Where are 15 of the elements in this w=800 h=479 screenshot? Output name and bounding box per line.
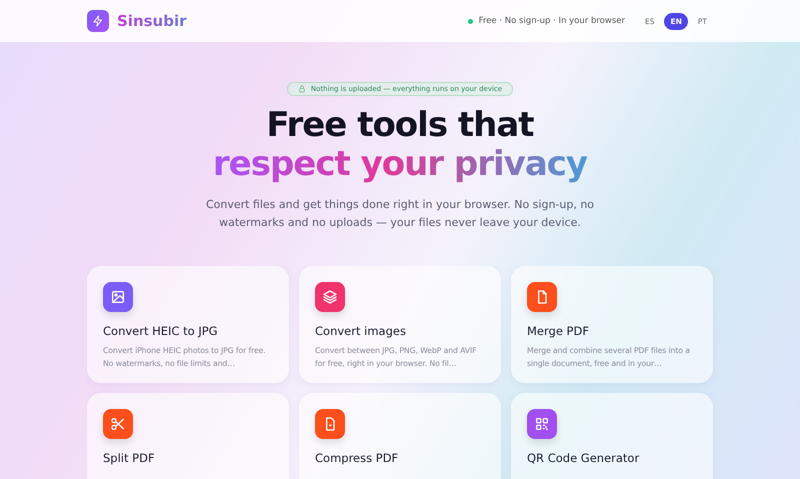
tool-title: Convert HEIC to JPG [103,324,219,338]
tool-title: Compress PDF [315,451,400,465]
hero-title: Free tools that [266,106,534,144]
tool-card[interactable]: Split PDF [87,393,289,479]
tool-title: Split PDF [103,451,156,465]
lock-icon [298,85,306,93]
tool-title: Convert images [315,324,407,338]
logo-icon[interactable] [87,10,109,32]
hero-subtitle: Convert files and get things done right in your browser. No sign-up, no watermarks and no uploads — your files never leave your device. [204,197,596,231]
tool-title: QR Code Generator [527,451,640,465]
tagline: Free · No sign-up · In your browser [478,16,625,26]
tool-title: Merge PDF [527,324,590,338]
tool-card[interactable]: QR Code Generator [511,393,713,479]
status-dot [468,18,473,24]
tool-card[interactable]: Compress PDF [299,393,501,479]
